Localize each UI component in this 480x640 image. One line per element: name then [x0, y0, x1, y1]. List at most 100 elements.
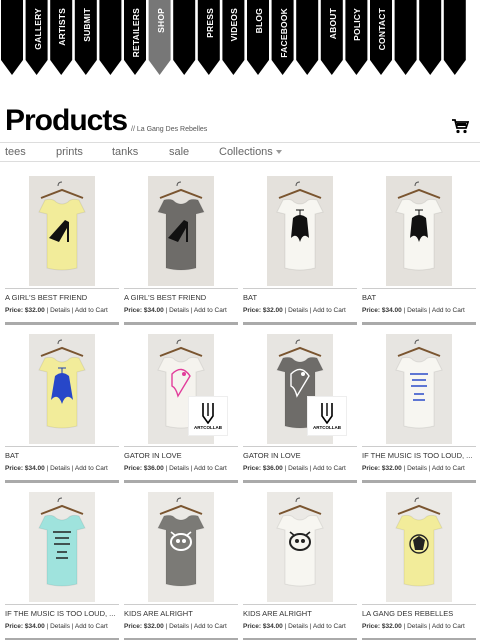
nav-item-facebook[interactable]: FACEBOOK: [272, 0, 296, 72]
add-to-cart-link[interactable]: Add to Cart: [194, 307, 227, 314]
product-card: LA GANG DES REBELLES Price: $32.00 | Det…: [362, 492, 476, 640]
price-line: Price: $32.00 | Details | Add to Cart: [5, 307, 108, 314]
add-to-cart-link[interactable]: Add to Cart: [194, 623, 227, 630]
details-link[interactable]: Details: [288, 307, 308, 314]
category-sale[interactable]: sale: [169, 146, 189, 158]
details-link[interactable]: Details: [407, 623, 427, 630]
product-image[interactable]: [386, 334, 452, 444]
pencil-icon: [321, 403, 333, 424]
add-to-cart-link[interactable]: Add to Cart: [194, 465, 227, 472]
nav-item-contact[interactable]: CONTACT: [370, 0, 394, 72]
product-name[interactable]: IF THE MUSIC IS TOO LOUD, ...: [362, 451, 480, 460]
product-image[interactable]: [386, 492, 452, 602]
nav-item-label: SHOP: [155, 8, 166, 33]
add-to-cart-link[interactable]: Add to Cart: [313, 465, 346, 472]
nav-item-retailers[interactable]: RETAILERS: [124, 0, 148, 72]
price-line: Price: $34.00 | Details | Add to Cart: [362, 307, 465, 314]
category-tees[interactable]: tees: [5, 146, 26, 158]
product-image[interactable]: [148, 492, 214, 602]
nav-item-label: PRESS: [204, 8, 215, 38]
product-name[interactable]: BAT: [243, 293, 363, 302]
divider-bar: [5, 322, 119, 325]
details-link[interactable]: Details: [169, 465, 189, 472]
details-link[interactable]: Details: [50, 465, 70, 472]
nav-item-label: CONTACT: [377, 8, 387, 51]
product-price: Price: $32.00: [243, 307, 283, 314]
breadcrumb[interactable]: // La Gang Des Rebelles: [131, 126, 207, 133]
add-to-cart-link[interactable]: Add to Cart: [75, 465, 108, 472]
nav-item-label: POLICY: [352, 8, 363, 41]
divider-bar: [362, 322, 476, 325]
nav-item-label: FACEBOOK: [278, 8, 289, 58]
nav-pennant: [173, 0, 196, 75]
price-line: Price: $36.00 | Details | Add to Cart: [243, 465, 346, 472]
product-name[interactable]: IF THE MUSIC IS TOO LOUD, ...: [5, 609, 125, 618]
nav-item-about[interactable]: ABOUT: [321, 0, 345, 72]
add-to-cart-link[interactable]: Add to Cart: [313, 623, 346, 630]
product-card: BAT Price: $32.00 | Details | Add to Car…: [243, 176, 357, 326]
details-link[interactable]: Details: [288, 465, 308, 472]
nav-item-videos[interactable]: VIDEOS: [222, 0, 246, 72]
nav-item-blog[interactable]: BLOG: [247, 0, 271, 72]
product-image[interactable]: [29, 492, 95, 602]
details-link[interactable]: Details: [407, 307, 427, 314]
main-nav: GALLERY ARTISTS SUBMIT RETAILERS SHOP PRESS VI…: [0, 0, 480, 78]
nav-item-press[interactable]: PRESS: [198, 0, 222, 72]
divider-bar: [124, 322, 238, 325]
category-prints[interactable]: prints: [56, 146, 83, 158]
nav-item-label: VIDEOS: [229, 8, 240, 42]
product-name[interactable]: A GIRL'S BEST FRIEND: [124, 293, 244, 302]
add-to-cart-link[interactable]: Add to Cart: [313, 307, 346, 314]
divider: [362, 288, 476, 289]
divider: [124, 604, 238, 605]
add-to-cart-link[interactable]: Add to Cart: [75, 307, 108, 314]
cart-icon[interactable]: [451, 118, 469, 134]
add-to-cart-link[interactable]: Add to Cart: [75, 623, 108, 630]
product-card: KIDS ARE ALRIGHT Price: $34.00 | Details…: [243, 492, 357, 640]
product-name[interactable]: KIDS ARE ALRIGHT: [243, 609, 363, 618]
divider: [243, 288, 357, 289]
nav-item-policy[interactable]: POLICY: [345, 0, 369, 72]
price-line: Price: $32.00 | Details | Add to Cart: [362, 465, 465, 472]
product-image[interactable]: [29, 176, 95, 286]
category-tanks[interactable]: tanks: [112, 146, 138, 158]
nav-item-artists[interactable]: ARTISTS: [50, 0, 74, 72]
product-name[interactable]: GATOR IN LOVE: [243, 451, 363, 460]
nav-item-gallery[interactable]: GALLERY: [26, 0, 50, 72]
product-name[interactable]: BAT: [362, 293, 480, 302]
price-line: Price: $36.00 | Details | Add to Cart: [124, 465, 227, 472]
details-link[interactable]: Details: [288, 623, 308, 630]
nav-pennant: [1, 0, 23, 75]
product-name[interactable]: LA GANG DES REBELLES: [362, 609, 480, 618]
price-line: Price: $34.00 | Details | Add to Cart: [5, 465, 108, 472]
add-to-cart-link[interactable]: Add to Cart: [432, 307, 465, 314]
nav-item-shop[interactable]: SHOP: [149, 0, 173, 72]
product-image[interactable]: [267, 492, 333, 602]
nav-item-submit[interactable]: SUBMIT: [75, 0, 99, 72]
product-name[interactable]: GATOR IN LOVE: [124, 451, 244, 460]
nav-pennant: [443, 0, 466, 75]
details-link[interactable]: Details: [407, 465, 427, 472]
pencil-icon: [202, 403, 214, 424]
details-link[interactable]: Details: [169, 623, 189, 630]
collections-label: Collections: [219, 146, 273, 158]
details-link[interactable]: Details: [50, 623, 70, 630]
add-to-cart-link[interactable]: Add to Cart: [432, 465, 465, 472]
product-name[interactable]: KIDS ARE ALRIGHT: [124, 609, 244, 618]
add-to-cart-link[interactable]: Add to Cart: [432, 623, 465, 630]
nav-pennant: [296, 0, 319, 75]
product-image[interactable]: [148, 176, 214, 286]
product-image[interactable]: [29, 334, 95, 444]
product-name[interactable]: A GIRL'S BEST FRIEND: [5, 293, 125, 302]
price-line: Price: $32.00 | Details | Add to Cart: [124, 623, 227, 630]
details-link[interactable]: Details: [169, 307, 189, 314]
product-image[interactable]: [386, 176, 452, 286]
product-name[interactable]: BAT: [5, 451, 125, 460]
collections-dropdown[interactable]: Collections: [219, 146, 282, 158]
product-image[interactable]: [267, 176, 333, 286]
divider: [362, 604, 476, 605]
details-link[interactable]: Details: [50, 307, 70, 314]
product-price: Price: $34.00: [5, 623, 45, 630]
divider-bar: [362, 480, 476, 483]
price-line: Price: $32.00 | Details | Add to Cart: [362, 623, 465, 630]
